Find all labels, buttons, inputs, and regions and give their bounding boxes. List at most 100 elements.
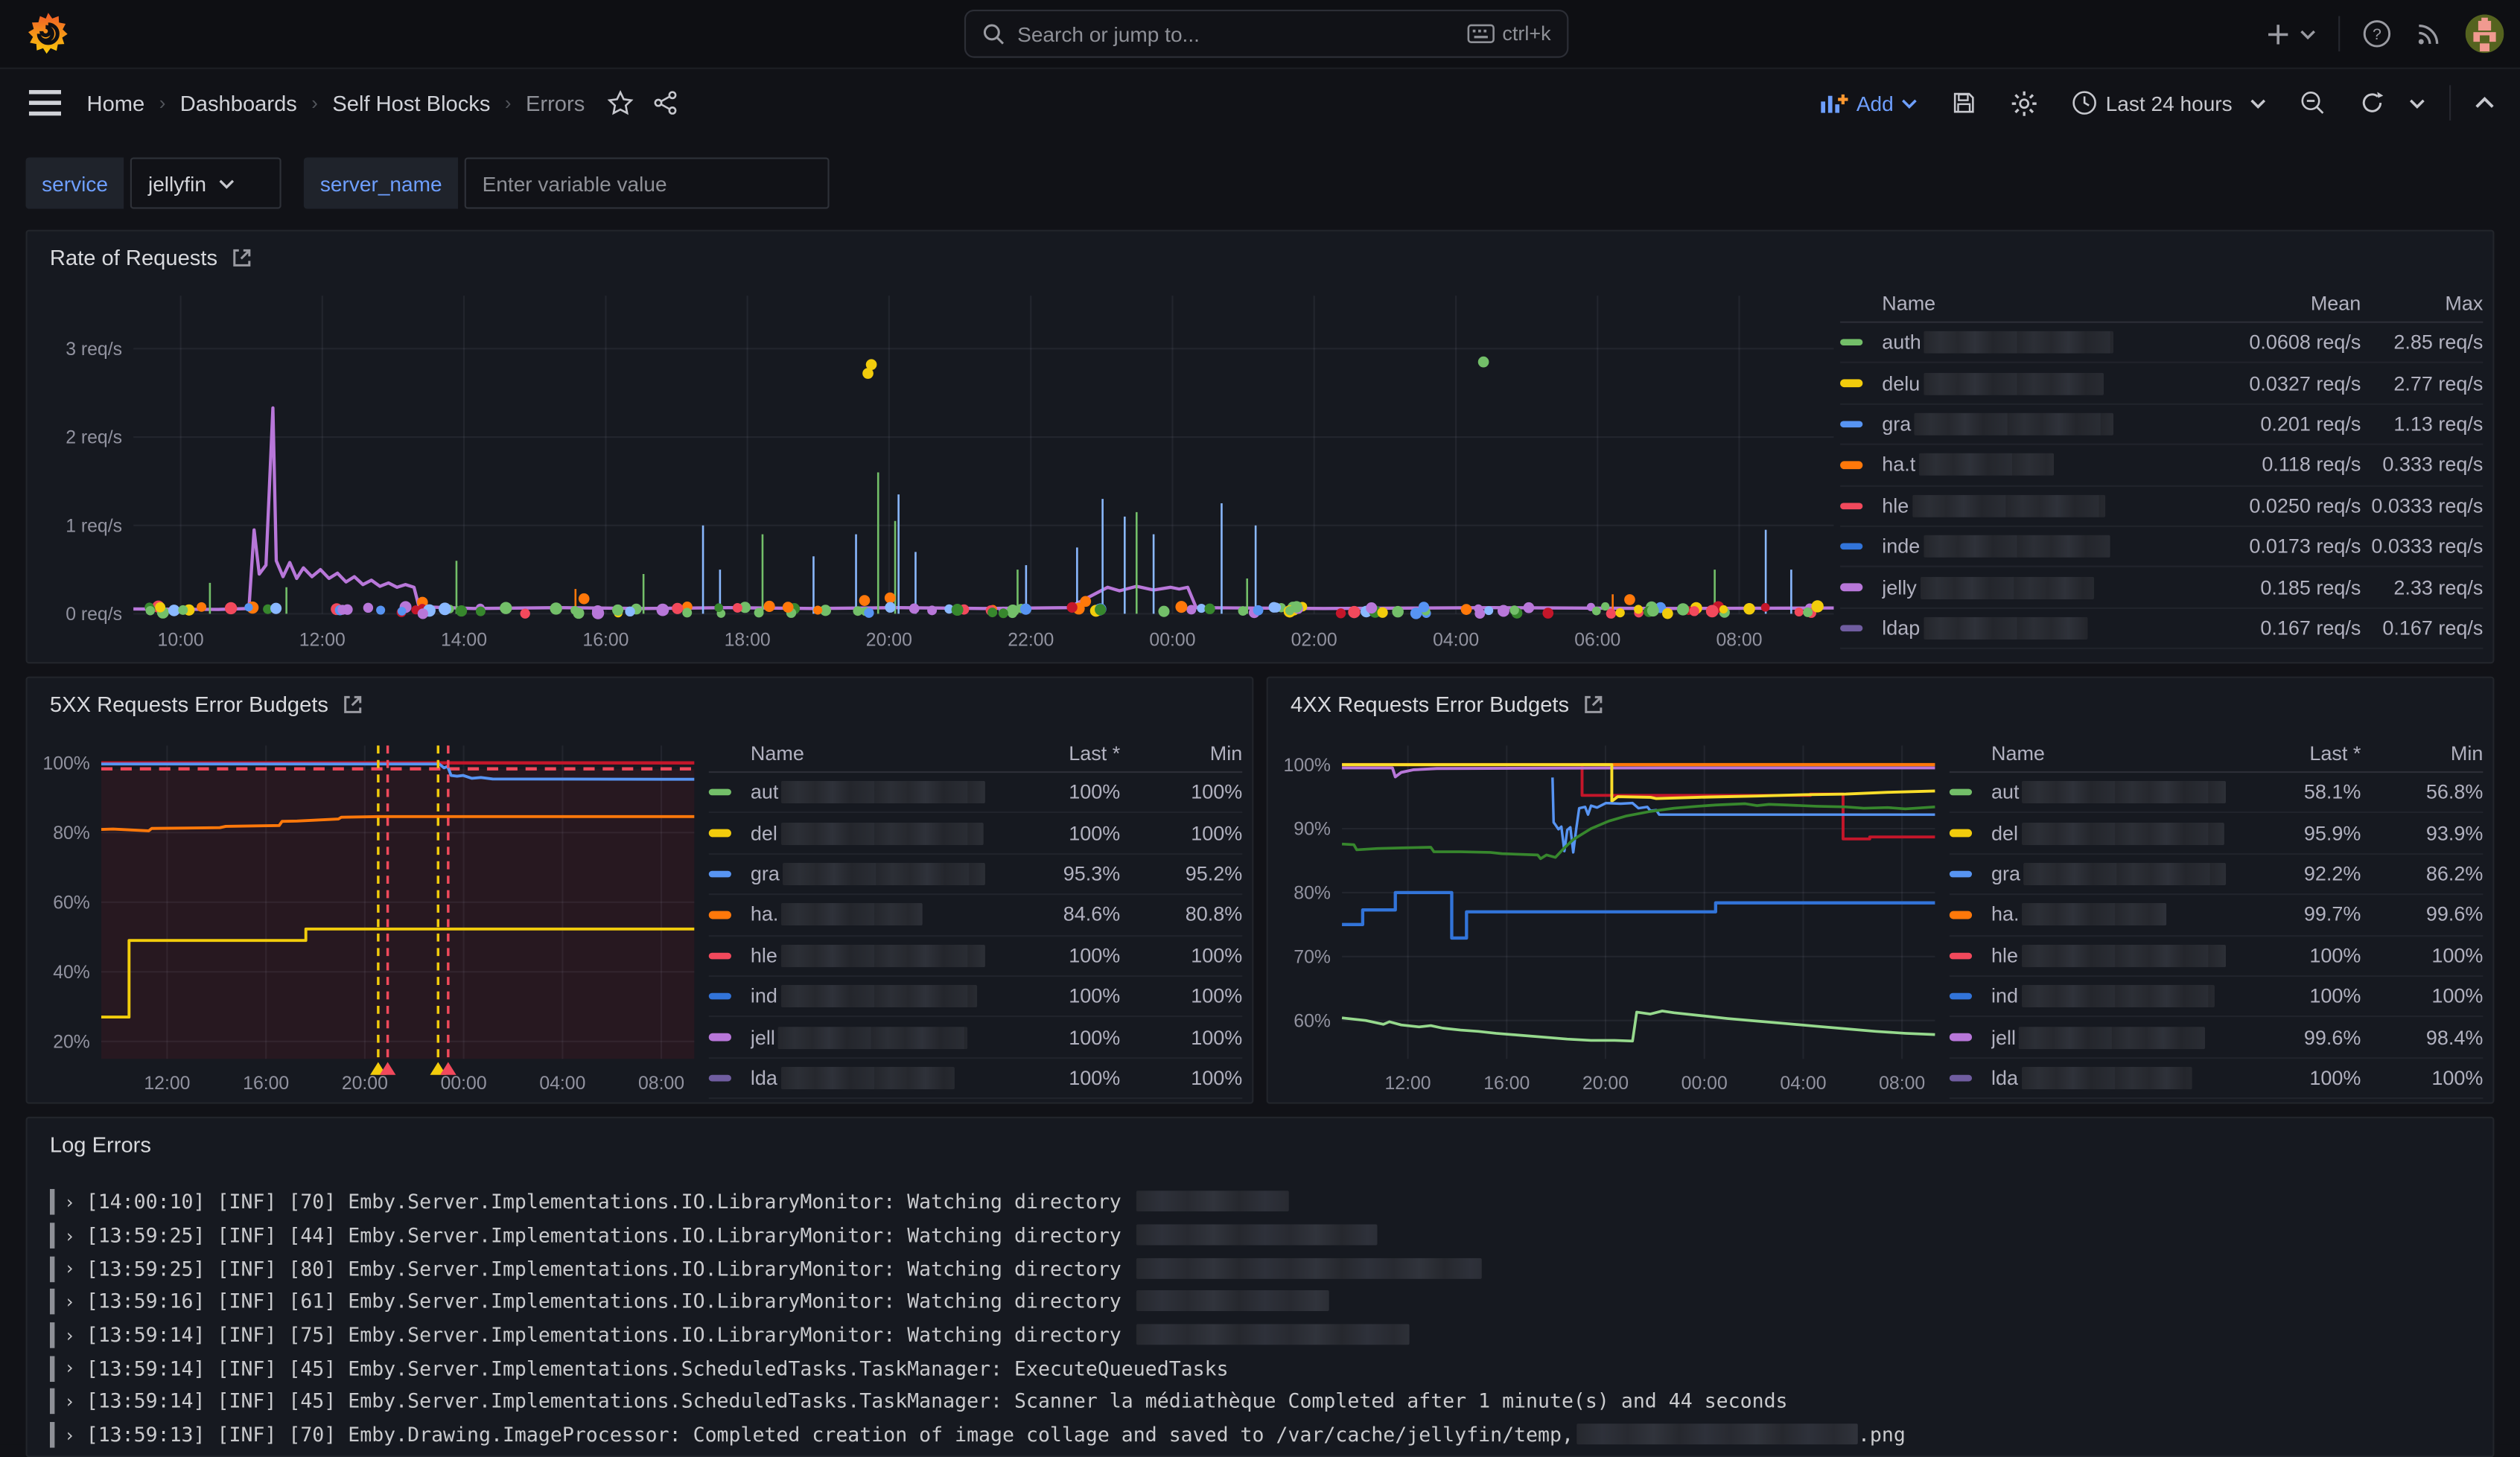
svg-text:60%: 60% <box>53 893 90 913</box>
legend-row[interactable]: ha.99.7%99.6% <box>1950 895 2484 936</box>
new-button[interactable] <box>2266 22 2316 45</box>
save-dashboard-button[interactable] <box>1942 83 1987 122</box>
legend-row[interactable]: hle0.0250 req/s0.0333 req/s <box>1840 486 2483 527</box>
legend-row[interactable]: ind100%100% <box>1950 977 2484 1018</box>
log-expand-chevron[interactable]: › <box>64 1225 74 1246</box>
panel-header[interactable]: 4XX Requests Error Budgets <box>1268 678 2493 717</box>
svg-text:04:00: 04:00 <box>1780 1074 1826 1094</box>
log-row[interactable]: ›[14:00:10] [INF] [70] Emby.Server.Imple… <box>50 1186 2477 1220</box>
log-expand-chevron[interactable]: › <box>64 1358 74 1379</box>
breadcrumb-dashboards[interactable]: Dashboards <box>180 91 297 115</box>
series-value: 100% <box>985 1026 1120 1048</box>
legend-row[interactable]: lda100%100% <box>1950 1059 2484 1100</box>
legend-row[interactable]: ldap0.167 req/s0.167 req/s <box>1840 608 2483 649</box>
legend-row[interactable]: hle100%100% <box>709 936 1243 977</box>
breadcrumb-folder[interactable]: Self Host Blocks <box>332 91 490 115</box>
share-dashboard-button[interactable] <box>652 90 678 116</box>
legend-row[interactable]: aut58.1%56.8% <box>1950 773 2484 814</box>
legend-row[interactable]: ind100%100% <box>709 977 1243 1018</box>
log-expand-chevron[interactable]: › <box>64 1425 74 1446</box>
legend-row[interactable]: jell100%100% <box>709 1018 1243 1059</box>
service-variable-label[interactable]: service <box>26 157 124 208</box>
series-name: hle <box>1991 944 2226 966</box>
log-level-bar <box>50 1356 54 1382</box>
legend-row[interactable]: ha.84.6%80.8% <box>709 895 1243 936</box>
plus-icon <box>2266 22 2290 45</box>
log-row[interactable]: ›[13:59:25] [INF] [44] Emby.Server.Imple… <box>50 1219 2477 1252</box>
log-row[interactable]: ›[13:59:14] [INF] [45] Emby.Server.Imple… <box>50 1386 2477 1419</box>
user-avatar[interactable] <box>2466 14 2504 53</box>
breadcrumb-home[interactable]: Home <box>87 91 145 115</box>
grafana-logo[interactable] <box>26 11 71 56</box>
log-row[interactable]: ›[13:59:13] [INF] [70] Emby.Drawing.Imag… <box>50 1418 2477 1452</box>
server-name-variable-label[interactable]: server_name <box>304 157 458 208</box>
series-name: ha. <box>751 904 985 926</box>
4xx-error-budget-chart[interactable]: 12:0016:0020:0000:0004:0008:00100%90%80%… <box>1271 730 1943 1103</box>
legend-row[interactable]: gra0.201 req/s1.13 req/s <box>1840 404 2483 445</box>
legend-row[interactable]: inde0.0173 req/s0.0333 req/s <box>1840 527 2483 568</box>
legend-row[interactable]: jelly0.185 req/s2.33 req/s <box>1840 568 2483 609</box>
series-name: del <box>751 822 985 844</box>
log-row[interactable]: ›[13:59:14] [INF] [45] Emby.Server.Imple… <box>50 1352 2477 1386</box>
series-value: 100% <box>1120 944 1242 966</box>
redacted-text <box>782 781 985 803</box>
legend-row[interactable]: gra95.3%95.2% <box>709 855 1243 896</box>
panel-header[interactable]: Rate of Requests <box>28 232 2493 270</box>
series-name: delu <box>1882 372 2226 395</box>
toolbar-divider <box>2449 85 2451 120</box>
series-color-swatch <box>1950 1033 1972 1041</box>
legend-row[interactable]: lda100%100% <box>709 1059 1243 1100</box>
legend-row[interactable]: del95.9%93.9% <box>1950 814 2484 855</box>
svg-text:0 req/s: 0 req/s <box>66 605 122 625</box>
mega-menu-toggle[interactable] <box>29 90 61 116</box>
legend-row[interactable]: jell99.6%98.4% <box>1950 1018 2484 1059</box>
legend-row[interactable]: aut100%100% <box>709 773 1243 814</box>
log-row[interactable]: ›[13:59:25] [INF] [80] Emby.Server.Imple… <box>50 1252 2477 1286</box>
5xx-error-budget-chart[interactable]: 12:0016:0020:0000:0004:0008:00100%80%60%… <box>31 730 702 1103</box>
log-row[interactable]: ›[13:59:16] [INF] [61] Emby.Server.Imple… <box>50 1286 2477 1319</box>
legend-row[interactable]: auth0.0608 req/s2.85 req/s <box>1840 323 2483 364</box>
legend-row[interactable]: delu0.0327 req/s2.77 req/s <box>1840 364 2483 405</box>
log-expand-chevron[interactable]: › <box>64 1325 74 1346</box>
external-link-icon[interactable] <box>343 694 363 715</box>
collapse-toolbar-button[interactable] <box>2466 90 2504 116</box>
series-value: 0.185 req/s <box>2226 576 2361 599</box>
external-link-icon[interactable] <box>232 247 252 268</box>
zoom-out-time-button[interactable] <box>2290 83 2335 122</box>
series-value: 100% <box>985 944 1120 966</box>
favorite-dashboard-button[interactable] <box>607 90 633 116</box>
refresh-interval-dropdown[interactable] <box>2409 91 2435 115</box>
series-name: lda <box>1991 1067 2226 1089</box>
rate-of-requests-chart[interactable]: 10:0012:0014:0016:0018:0020:0022:0000:00… <box>37 283 1844 659</box>
service-variable-dropdown[interactable]: jellyfin <box>130 157 281 208</box>
help-button[interactable]: ? <box>2362 19 2391 48</box>
external-link-icon[interactable] <box>1584 694 1605 715</box>
series-value: 2.77 req/s <box>2361 372 2483 395</box>
news-button[interactable] <box>2414 19 2443 48</box>
series-value: 0.0173 req/s <box>2226 535 2361 558</box>
add-panel-button[interactable]: Add <box>1810 84 1927 121</box>
log-expand-chevron[interactable]: › <box>64 1292 74 1313</box>
legend-row[interactable]: gra92.2%86.2% <box>1950 855 2484 896</box>
log-row[interactable]: ›[13:59:14] [INF] [75] Emby.Server.Imple… <box>50 1319 2477 1352</box>
legend-row[interactable]: hle100%100% <box>1950 936 2484 977</box>
panel-header[interactable]: Log Errors <box>28 1118 2493 1157</box>
svg-text:60%: 60% <box>1294 1011 1331 1031</box>
time-range-picker[interactable]: Last 24 hours <box>2062 83 2276 122</box>
log-expand-chevron[interactable]: › <box>64 1391 74 1412</box>
panel-title-text: 4XX Requests Error Budgets <box>1291 692 1569 716</box>
log-expand-chevron[interactable]: › <box>64 1258 74 1279</box>
panel-header[interactable]: 5XX Requests Error Budgets <box>28 678 1253 717</box>
server-name-variable-input[interactable]: Enter variable value <box>465 157 830 208</box>
global-search-input[interactable]: Search or jump to... ctrl+k <box>964 10 1568 58</box>
redacted-text <box>1136 1191 1289 1212</box>
svg-text:08:00: 08:00 <box>1716 631 1762 651</box>
refresh-dashboard-button[interactable] <box>2349 83 2394 122</box>
svg-text:04:00: 04:00 <box>539 1074 585 1094</box>
dashboard-settings-button[interactable] <box>2001 83 2048 123</box>
navbar-divider <box>2338 16 2340 51</box>
svg-text:00:00: 00:00 <box>1149 631 1195 651</box>
log-expand-chevron[interactable]: › <box>64 1192 74 1213</box>
legend-row[interactable]: ha.t0.118 req/s0.333 req/s <box>1840 445 2483 486</box>
legend-row[interactable]: del100%100% <box>709 814 1243 855</box>
